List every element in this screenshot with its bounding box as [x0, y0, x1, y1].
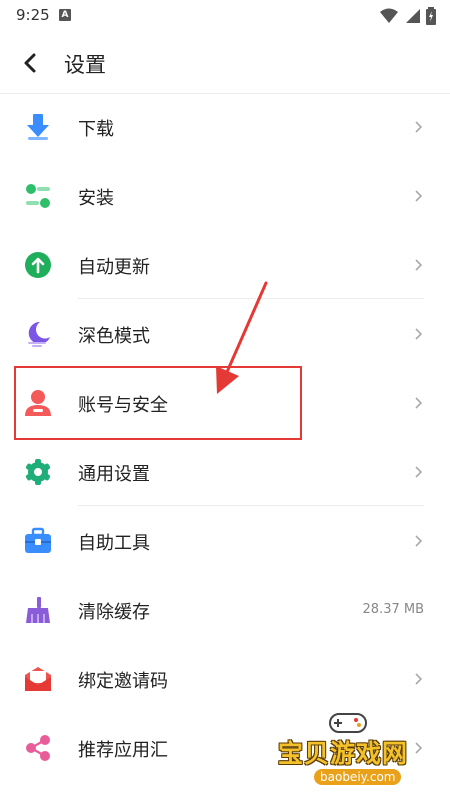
notification-icon: A [59, 9, 71, 21]
settings-item-label: 清除缓存 [78, 602, 150, 623]
settings-item-label: 自助工具 [78, 533, 150, 554]
status-bar: 9:25 A [0, 0, 450, 32]
download-icon [27, 114, 49, 140]
settings-item-dark-mode[interactable]: 深色模式 [0, 301, 450, 370]
share-icon [26, 735, 50, 761]
gear-icon [25, 459, 51, 485]
battery-icon [426, 7, 436, 25]
annotation-highlight-box [14, 366, 302, 440]
settings-item-label: 深色模式 [78, 326, 150, 347]
auto-update-icon [25, 252, 51, 278]
watermark-logo: 宝贝游戏网 baobeiy.com [276, 706, 426, 790]
header: 设置 [0, 38, 450, 88]
settings-item-label: 下载 [78, 119, 114, 140]
chevron-right-icon [415, 535, 423, 547]
chevron-right-icon [415, 190, 423, 202]
settings-item-download[interactable]: 下载 [0, 94, 450, 163]
settings-item-install[interactable]: 安装 [0, 163, 450, 232]
cache-size-value: 28.37 MB [362, 602, 424, 617]
chevron-right-icon [415, 328, 423, 340]
settings-item-general[interactable]: 通用设置 [0, 439, 450, 508]
signal-icon [406, 9, 420, 23]
gamepad-icon [329, 713, 367, 733]
chevron-right-icon [415, 673, 423, 685]
install-toggle-icon [26, 184, 50, 208]
envelope-icon [25, 667, 51, 691]
toolbox-icon [25, 527, 51, 553]
divider [78, 298, 424, 299]
settings-item-label: 安装 [78, 188, 114, 209]
moon-icon [28, 321, 50, 347]
status-time: 9:25 [16, 6, 50, 24]
settings-item-label: 通用设置 [78, 464, 150, 485]
chevron-right-icon [415, 466, 423, 478]
watermark-name: 宝贝游戏网 [278, 739, 409, 768]
divider [78, 505, 424, 506]
settings-item-self-service-tools[interactable]: 自助工具 [0, 508, 450, 577]
settings-item-label: 推荐应用汇 [78, 740, 168, 761]
settings-item-clear-cache[interactable]: 清除缓存 28.37 MB [0, 577, 450, 646]
watermark-domain: baobeiy.com [314, 769, 402, 785]
chevron-right-icon [415, 397, 423, 409]
settings-item-bind-invite-code[interactable]: 绑定邀请码 [0, 646, 450, 715]
settings-item-auto-update[interactable]: 自动更新 [0, 232, 450, 301]
chevron-right-icon [415, 259, 423, 271]
wifi-icon [380, 8, 398, 23]
back-arrow-icon[interactable] [18, 50, 44, 76]
settings-item-label: 绑定邀请码 [78, 671, 168, 692]
settings-item-label: 自动更新 [78, 257, 150, 278]
broom-icon [26, 597, 50, 623]
chevron-right-icon [415, 121, 423, 133]
status-icons [380, 7, 436, 25]
page-title: 设置 [64, 53, 106, 77]
